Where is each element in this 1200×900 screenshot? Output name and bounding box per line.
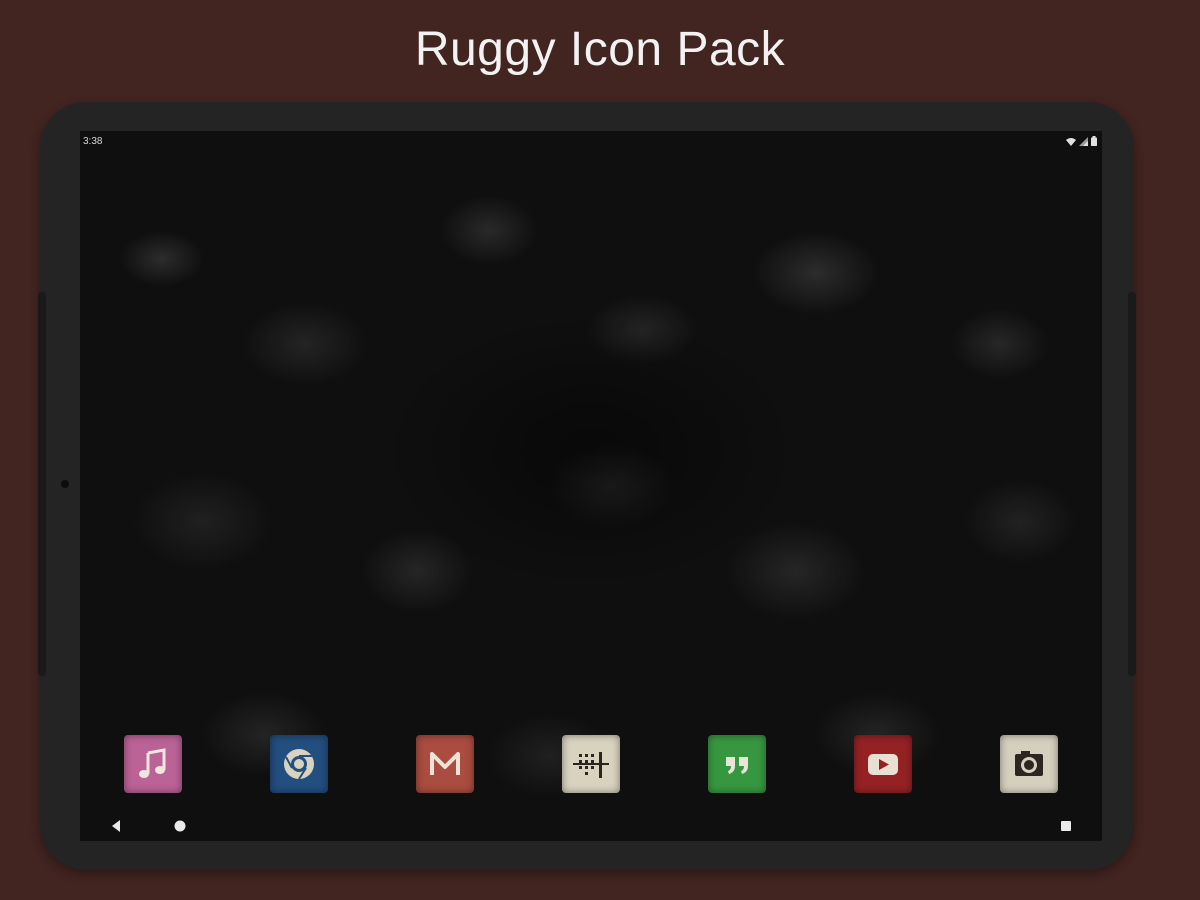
youtube-icon [868,754,898,775]
back-button[interactable] [110,819,122,833]
status-time: 3:38 [83,136,103,147]
camera-app-icon[interactable] [1000,735,1058,793]
gmail-icon [430,752,460,775]
music-app-icon[interactable] [124,735,182,793]
music-icon [139,748,166,778]
back-icon [112,820,120,832]
cellular-signal-icon [1079,136,1088,146]
camera-icon [1015,751,1043,776]
hangouts-app-icon[interactable] [708,735,766,793]
phone-dialer-icon [573,752,609,778]
gmail-app-icon[interactable] [416,735,474,793]
youtube-app-icon[interactable] [854,735,912,793]
promo-page: Ruggy Icon Pack 3:38 [0,0,1200,900]
hangouts-icon [726,757,748,774]
tablet-frame: 3:38 [38,102,1136,870]
home-button[interactable] [173,819,187,833]
promo-title: Ruggy Icon Pack [414,23,786,76]
dialer-app-icon[interactable] [562,735,620,793]
recents-button[interactable] [1059,819,1073,833]
navigation-bar [80,813,1102,841]
status-bar: 3:38 [80,131,1102,151]
home-screen: 3:38 [80,131,1102,841]
app-dock [80,731,1102,801]
status-icons [1066,136,1097,146]
home-icon [174,820,186,832]
front-camera [61,480,69,488]
tablet-side-edge-left [38,292,46,676]
chrome-app-icon[interactable] [270,735,328,793]
wifi-icon [1066,137,1076,146]
tablet-side-edge-right [1128,292,1136,676]
battery-icon [1091,136,1097,146]
recents-icon [1061,821,1071,831]
chrome-browser-icon [284,749,314,780]
